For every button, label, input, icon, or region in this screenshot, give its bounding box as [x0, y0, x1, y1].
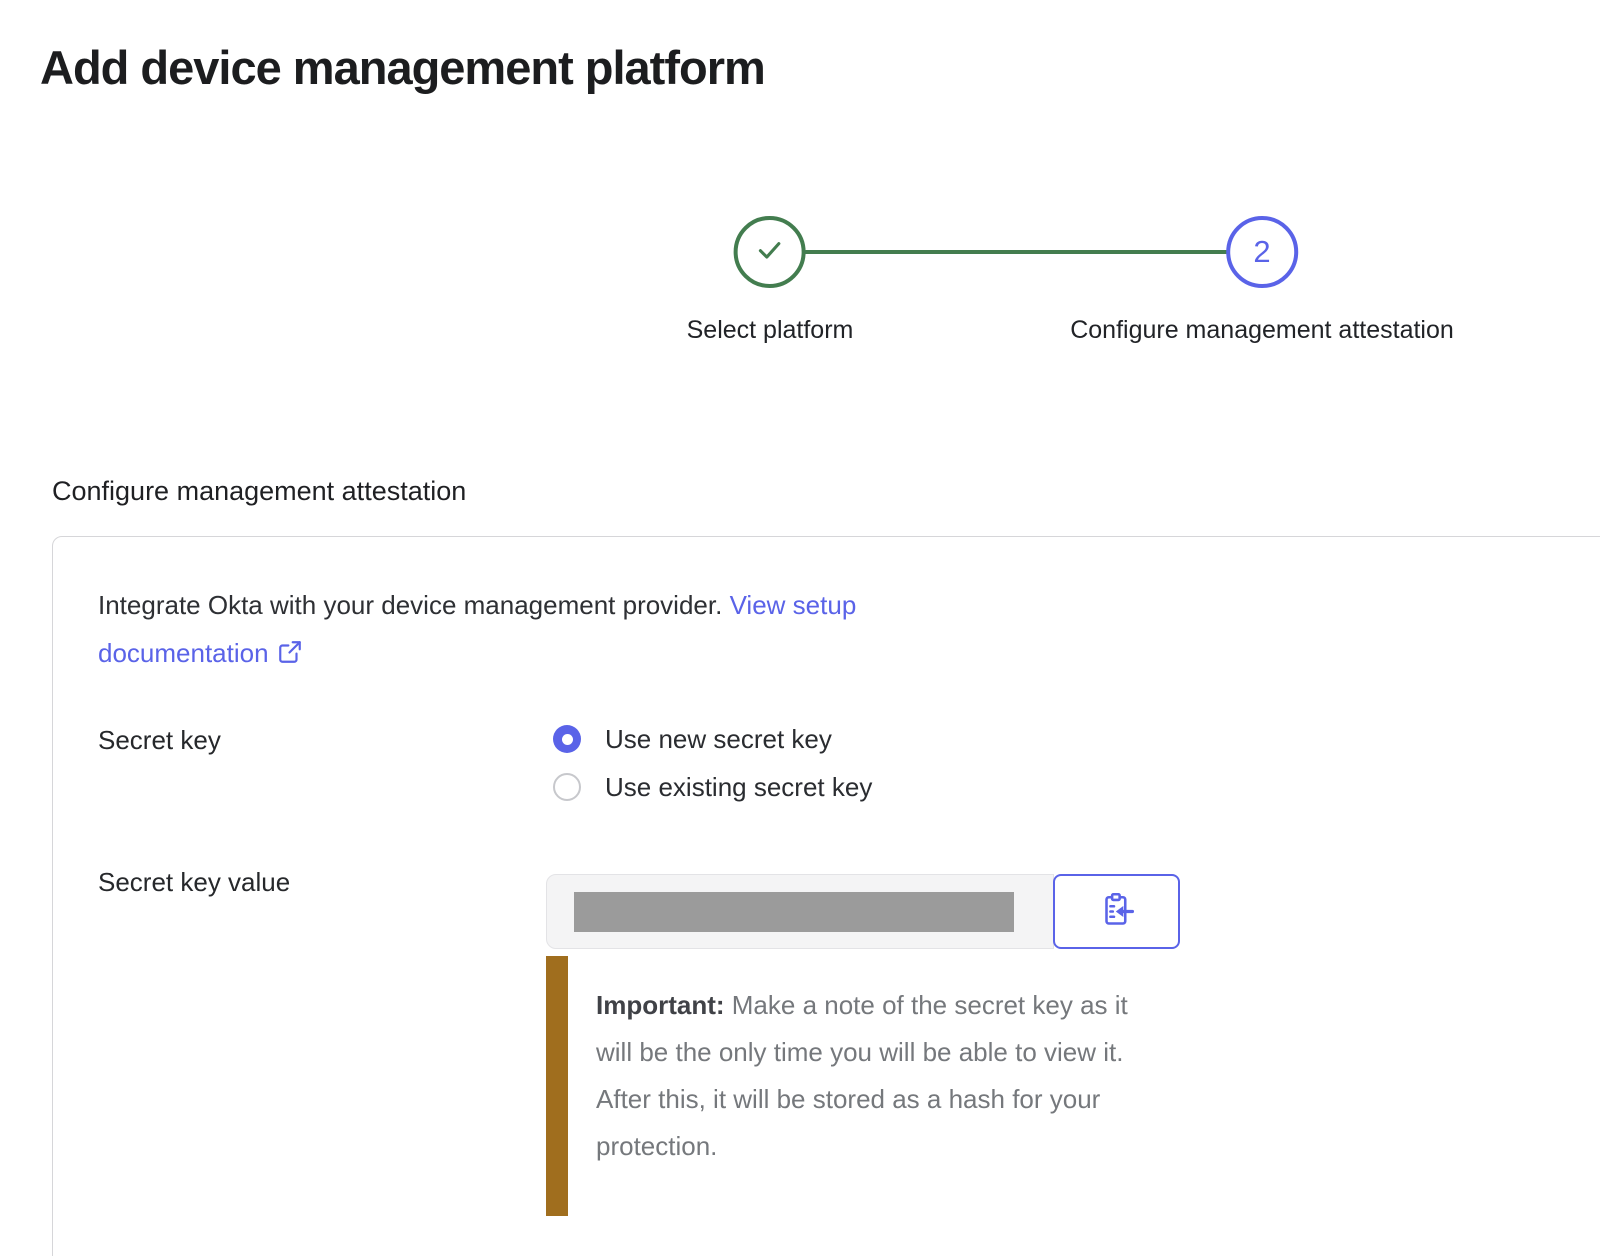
copy-to-clipboard-button[interactable] — [1053, 874, 1180, 949]
radio-unselected-icon[interactable] — [553, 773, 581, 801]
callout-emphasis: Important: — [596, 990, 725, 1020]
masked-secret-value — [574, 892, 1014, 932]
checkmark-icon — [753, 233, 787, 272]
clipboard-paste-icon — [1099, 892, 1135, 931]
stepper-step-configure-attestation: 2 Configure management attestation — [1070, 216, 1454, 345]
configure-attestation-panel: Integrate Okta with your device manageme… — [52, 536, 1600, 1256]
add-device-management-page: Add device management platform Select pl… — [0, 0, 1600, 1256]
radio-selected-icon[interactable] — [553, 725, 581, 753]
radio-label: Use existing secret key — [605, 772, 872, 803]
secret-key-value-row — [546, 874, 1180, 949]
callout-warning-bar — [546, 956, 568, 1216]
important-callout: Important: Make a note of the secret key… — [546, 956, 1148, 1216]
step-label-configure-attestation: Configure management attestation — [1070, 316, 1454, 345]
secret-key-label: Secret key — [98, 725, 221, 756]
external-link-icon — [277, 632, 303, 680]
section-heading: Configure management attestation — [52, 476, 466, 507]
step-current-circle: 2 — [1226, 216, 1298, 288]
callout-text: Important: Make a note of the secret key… — [596, 956, 1148, 1216]
step-number: 2 — [1253, 234, 1270, 270]
step-complete-circle — [734, 216, 806, 288]
stepper: Select platform 2 Configure management a… — [0, 0, 1600, 360]
intro-text: Integrate Okta with your device manageme… — [98, 581, 978, 680]
stepper-step-select-platform: Select platform — [687, 216, 854, 345]
radio-option-use-existing-secret-key[interactable]: Use existing secret key — [553, 771, 872, 803]
secret-key-radio-group: Use new secret key Use existing secret k… — [553, 723, 872, 819]
step-label-select-platform: Select platform — [687, 316, 854, 345]
secret-key-value-label: Secret key value — [98, 867, 290, 898]
secret-key-value-field[interactable] — [546, 874, 1054, 949]
radio-option-use-new-secret-key[interactable]: Use new secret key — [553, 723, 872, 755]
radio-label: Use new secret key — [605, 724, 832, 755]
intro-text-static: Integrate Okta with your device manageme… — [98, 590, 730, 620]
